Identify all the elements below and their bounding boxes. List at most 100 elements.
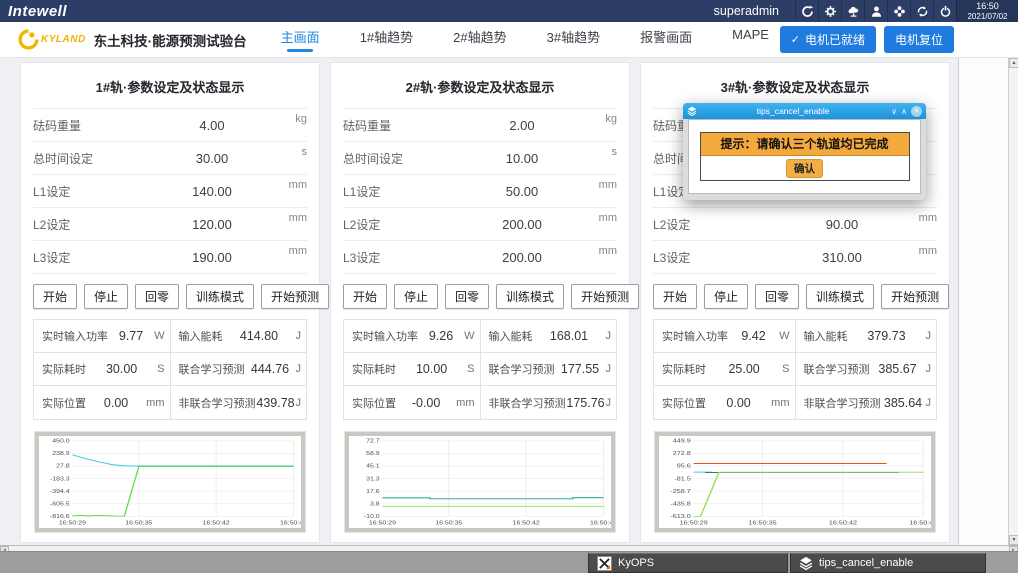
start-predict-button[interactable]: 开始预测 (571, 284, 639, 309)
trend-chart: 450.0238.927.8-183.3-394.4-605.5-816.616… (35, 432, 305, 532)
tab-alarm-screen[interactable]: 报警画面 (640, 27, 692, 52)
panel-buttons: 开始停止回零训练模式开始预测 (343, 284, 617, 309)
zero-return-button[interactable]: 回零 (755, 284, 799, 309)
logged-in-user: superadmin (714, 4, 779, 18)
svg-text:450.0: 450.0 (52, 438, 70, 444)
dialog-message: 提示：请确认三个轨道均已完成 (701, 133, 909, 156)
user-icon[interactable] (864, 0, 887, 22)
dialog-message-box: 提示：请确认三个轨道均已完成 确认 (700, 132, 910, 181)
dialog-titlebar[interactable]: tips_cancel_enable ∨ ∧ ✕ (683, 103, 926, 119)
start-button[interactable]: 开始 (653, 284, 697, 309)
check-icon: ✓ (791, 33, 800, 46)
param-label: 总时间设定 (33, 150, 157, 167)
federated-learning-prediction: 联合学习预测177.55J (481, 353, 617, 385)
minimize-icon[interactable]: ∨ (891, 107, 897, 116)
maximize-icon[interactable]: ∧ (901, 107, 907, 116)
start-predict-button[interactable]: 开始预测 (881, 284, 949, 309)
svg-text:-816.6: -816.6 (50, 514, 70, 520)
close-icon[interactable]: ✕ (911, 106, 922, 117)
panel-title: 2#轨·参数设定及状态显示 (343, 63, 617, 109)
start-predict-button[interactable]: 开始预测 (261, 284, 329, 309)
param-label: L3设定 (343, 249, 467, 266)
train-mode-button[interactable]: 训练模式 (806, 284, 874, 309)
param-unit: mm (267, 241, 307, 257)
zero-return-button[interactable]: 回零 (445, 284, 489, 309)
svg-text:16:50:49: 16:50:49 (590, 520, 611, 526)
time-text: 16:50 (976, 1, 999, 11)
power-icon[interactable] (933, 0, 956, 22)
param-value[interactable]: 10.00 (467, 151, 577, 166)
svg-text:16:50:35: 16:50:35 (435, 520, 463, 526)
svg-text:16:50:35: 16:50:35 (125, 520, 153, 526)
motor-ready-button[interactable]: ✓电机已就绪 (780, 26, 876, 53)
trend-series-teal (382, 498, 603, 499)
param-value[interactable]: 30.00 (157, 151, 267, 166)
svg-text:-183.3: -183.3 (50, 476, 70, 482)
train-mode-button[interactable]: 训练模式 (186, 284, 254, 309)
cloud-server-icon[interactable] (841, 0, 864, 22)
stop-button[interactable]: 停止 (394, 284, 438, 309)
gear-icon[interactable] (818, 0, 841, 22)
status-row: 实际位置0.00mm非联合学习预测385.64J (654, 386, 936, 419)
start-button[interactable]: 开始 (343, 284, 387, 309)
taskbar-item-tips-cancel-enable[interactable]: tips_cancel_enable (790, 553, 986, 573)
svg-text:16:50:29: 16:50:29 (369, 520, 397, 526)
svg-text:16:50:49: 16:50:49 (280, 520, 301, 526)
status-row: 实时输入功率9.26W输入能耗168.01J (344, 320, 616, 353)
param-label: L1设定 (343, 183, 467, 200)
zero-return-button[interactable]: 回零 (135, 284, 179, 309)
param-value[interactable]: 140.00 (157, 184, 267, 199)
trend-chart: 72.758.945.131.317.63.8-10.016:50:2916:5… (345, 432, 615, 532)
svg-text:16:50:42: 16:50:42 (829, 520, 858, 526)
param-value[interactable]: 120.00 (157, 217, 267, 232)
param-label: 砝码重量 (33, 117, 157, 134)
param-value[interactable]: 2.00 (467, 118, 577, 133)
status-row: 实际耗时25.00S联合学习预测385.67J (654, 353, 936, 386)
svg-text:272.8: 272.8 (673, 451, 692, 457)
param-unit: s (577, 142, 617, 158)
svg-text:-81.5: -81.5 (674, 476, 691, 482)
right-empty-strip (958, 58, 1008, 545)
motor-reset-button[interactable]: 电机复位 (884, 26, 954, 53)
param-value[interactable]: 190.00 (157, 250, 267, 265)
svg-text:3.8: 3.8 (370, 501, 380, 507)
actual-position: 实际位置0.00mm (34, 386, 171, 419)
actual-elapsed-time: 实际耗时10.00S (344, 353, 481, 385)
param-value[interactable]: 50.00 (467, 184, 577, 199)
taskbar-item-kyops[interactable]: KyOPS (588, 553, 788, 573)
train-mode-button[interactable]: 训练模式 (496, 284, 564, 309)
status-table: 实时输入功率9.26W输入能耗168.01J实际耗时10.00S联合学习预测17… (343, 319, 617, 420)
vertical-scrollbar[interactable]: ▲ ▼ (1008, 58, 1018, 545)
date-text: 2021/07/02 (967, 12, 1007, 21)
system-topbar: Intewell superadmin (0, 0, 1018, 22)
clock-display: 16:50 2021/07/02 (956, 0, 1018, 22)
kyops-logo-icon (597, 556, 612, 571)
refresh-icon[interactable] (795, 0, 818, 22)
start-button[interactable]: 开始 (33, 284, 77, 309)
param-value[interactable]: 310.00 (787, 250, 897, 265)
param-label: L2设定 (33, 216, 157, 233)
svg-text:-394.4: -394.4 (50, 489, 70, 495)
confirm-button[interactable]: 确认 (786, 159, 823, 178)
param-value[interactable]: 90.00 (787, 217, 897, 232)
sync-icon[interactable] (910, 0, 933, 22)
apps-icon[interactable] (887, 0, 910, 22)
stop-button[interactable]: 停止 (84, 284, 128, 309)
param-row: L3设定190.00mm (33, 241, 307, 274)
param-value[interactable]: 200.00 (467, 217, 577, 232)
tab-axis1-trend[interactable]: 1#轴趋势 (360, 27, 413, 52)
param-value[interactable]: 4.00 (157, 118, 267, 133)
param-label: L3设定 (33, 249, 157, 266)
tab-axis2-trend[interactable]: 2#轴趋势 (453, 27, 506, 52)
tab-main-screen[interactable]: 主画面 (281, 27, 320, 52)
param-row: L2设定120.00mm (33, 208, 307, 241)
intewell-logo: Intewell (8, 3, 67, 20)
tab-mape[interactable]: MAPE (732, 27, 769, 52)
scroll-up-icon[interactable]: ▲ (1009, 58, 1018, 68)
tab-axis3-trend[interactable]: 3#轴趋势 (547, 27, 600, 52)
param-unit: kg (577, 109, 617, 125)
scroll-down-icon[interactable]: ▼ (1009, 535, 1018, 545)
param-value[interactable]: 200.00 (467, 250, 577, 265)
stop-button[interactable]: 停止 (704, 284, 748, 309)
param-row: 总时间设定10.00s (343, 142, 617, 175)
